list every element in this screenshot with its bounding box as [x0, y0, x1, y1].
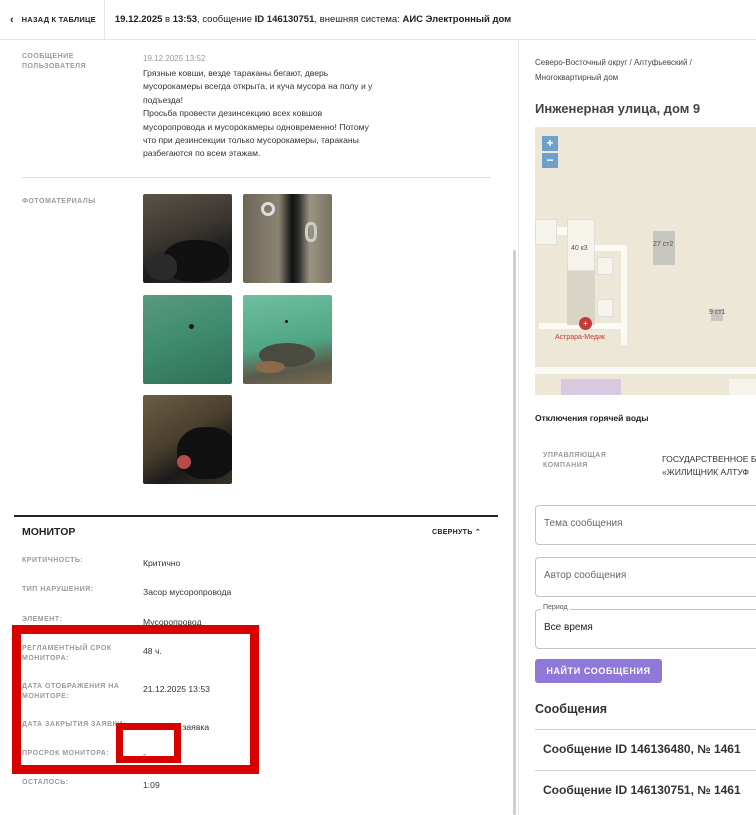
chevron-left-icon: ‹	[10, 13, 14, 26]
user-message-date: 19.12.2025 13:52	[143, 54, 206, 63]
map-zoom-in-button[interactable]: +	[542, 136, 558, 151]
message-list-item[interactable]: Сообщение ID 146136480, № 1461	[535, 729, 756, 770]
building-map[interactable]: 40 к3 27 ст2 9 ст1 + Астрара-Медик + −	[535, 127, 756, 395]
hot-water-outages-label: Отключения горячей воды	[535, 413, 649, 423]
monitor-title: МОНИТОР	[22, 526, 76, 538]
collapse-label: СВЕРНУТЬ	[432, 529, 473, 536]
message-list-item-title: Сообщение ID 146136480, № 1461	[543, 742, 741, 756]
header-message-id: ID 146130751	[254, 14, 315, 25]
topic-placeholder: Тема сообщения	[544, 518, 623, 529]
user-message-label: СООБЩЕНИЕ ПОЛЬЗОВАТЕЛЯ	[22, 53, 87, 70]
message-list-item[interactable]: Сообщение ID 146130751, № 1461	[535, 770, 756, 811]
back-to-table-label: НАЗАД К ТАБЛИЦЕ	[21, 15, 96, 24]
map-label-building-3: 9 ст1	[709, 309, 726, 316]
management-company-line-1: ГОСУДАРСТВЕННОЕ Б	[662, 454, 756, 464]
highlight-box-remaining	[116, 723, 181, 763]
header-external-system: АИС Электронный дом	[402, 14, 512, 25]
location-breadcrumb: Северо-Восточный округ / Алтуфьевский / …	[535, 58, 692, 82]
divider	[22, 177, 491, 178]
remaining-label: ОСТАЛОСЬ:	[22, 779, 69, 786]
back-to-table-button[interactable]: ‹ НАЗАД К ТАБЛИЦЕ	[0, 0, 105, 40]
photo-thumbnail-5[interactable]	[143, 395, 232, 484]
chevron-up-icon: ⌃	[474, 529, 481, 536]
criticality-value: Критично	[143, 558, 181, 568]
author-input[interactable]: Автор сообщения	[535, 557, 756, 597]
criticality-label: КРИТИЧНОСТЬ:	[22, 557, 84, 564]
header-date: 19.12.2025	[114, 14, 163, 25]
violation-type-label: ТИП НАРУШЕНИЯ:	[22, 586, 94, 593]
photos-label: ФОТОМАТЕРИАЛЫ	[22, 198, 96, 205]
top-bar: ‹ НАЗАД К ТАБЛИЦЕ 19.12.2025 в 13:53, со…	[0, 0, 756, 40]
message-header: 19.12.2025 в 13:53, сообщение ID 1461307…	[105, 14, 511, 25]
monitor-section-border	[14, 515, 498, 517]
header-time: 13:53	[172, 14, 198, 25]
topic-input[interactable]: Тема сообщения	[535, 505, 756, 545]
map-label-building-2: 27 ст2	[653, 241, 674, 248]
map-label-poi: Астрара-Медик	[555, 334, 605, 341]
collapse-monitor-button[interactable]: СВЕРНУТЬ ⌃	[432, 528, 481, 536]
user-message-text: Грязные ковши, везде тараканы бегают, дв…	[143, 68, 373, 159]
element-label: ЭЛЕМЕНТ:	[22, 616, 63, 623]
medical-poi-icon[interactable]: +	[579, 317, 592, 330]
management-company-line-2: «ЖИЛИЩНИК АЛТУФ	[662, 467, 750, 477]
map-label-building-1: 40 к3	[571, 245, 588, 252]
period-value: Все время	[544, 622, 593, 633]
violation-type-value: Засор мусоропровода	[143, 587, 232, 597]
author-placeholder: Автор сообщения	[544, 570, 627, 581]
building-panel: Северо-Восточный округ / Алтуфьевский / …	[519, 40, 756, 815]
photo-thumbnail-2[interactable]	[243, 194, 332, 283]
messages-title: Сообщения	[535, 702, 608, 716]
management-company-value: ГОСУДАРСТВЕННОЕ Б «ЖИЛИЩНИК АЛТУФ	[662, 453, 756, 479]
photo-thumbnail-4[interactable]	[243, 295, 332, 384]
management-company-label: УПРАВЛЯЮЩАЯ КОМПАНИЯ	[543, 452, 607, 469]
header-sep-2: , сообщение	[197, 14, 255, 25]
left-scrollbar[interactable]	[513, 250, 516, 815]
header-sep-3: , внешняя система:	[314, 14, 403, 25]
photo-thumbnail-1[interactable]	[143, 194, 232, 283]
message-list-item-title: Сообщение ID 146130751, № 1461	[543, 783, 741, 797]
map-zoom-out-button[interactable]: −	[542, 153, 558, 168]
period-legend: Период	[541, 604, 570, 611]
remaining-value: 1:09	[143, 780, 160, 790]
find-messages-button[interactable]: НАЙТИ СООБЩЕНИЯ	[535, 659, 662, 683]
building-address: Инженерная улица, дом 9	[535, 101, 701, 116]
photo-thumbnail-3[interactable]	[143, 295, 232, 384]
header-sep-1: в	[162, 14, 173, 25]
period-select[interactable]: Период Все время	[535, 604, 756, 649]
